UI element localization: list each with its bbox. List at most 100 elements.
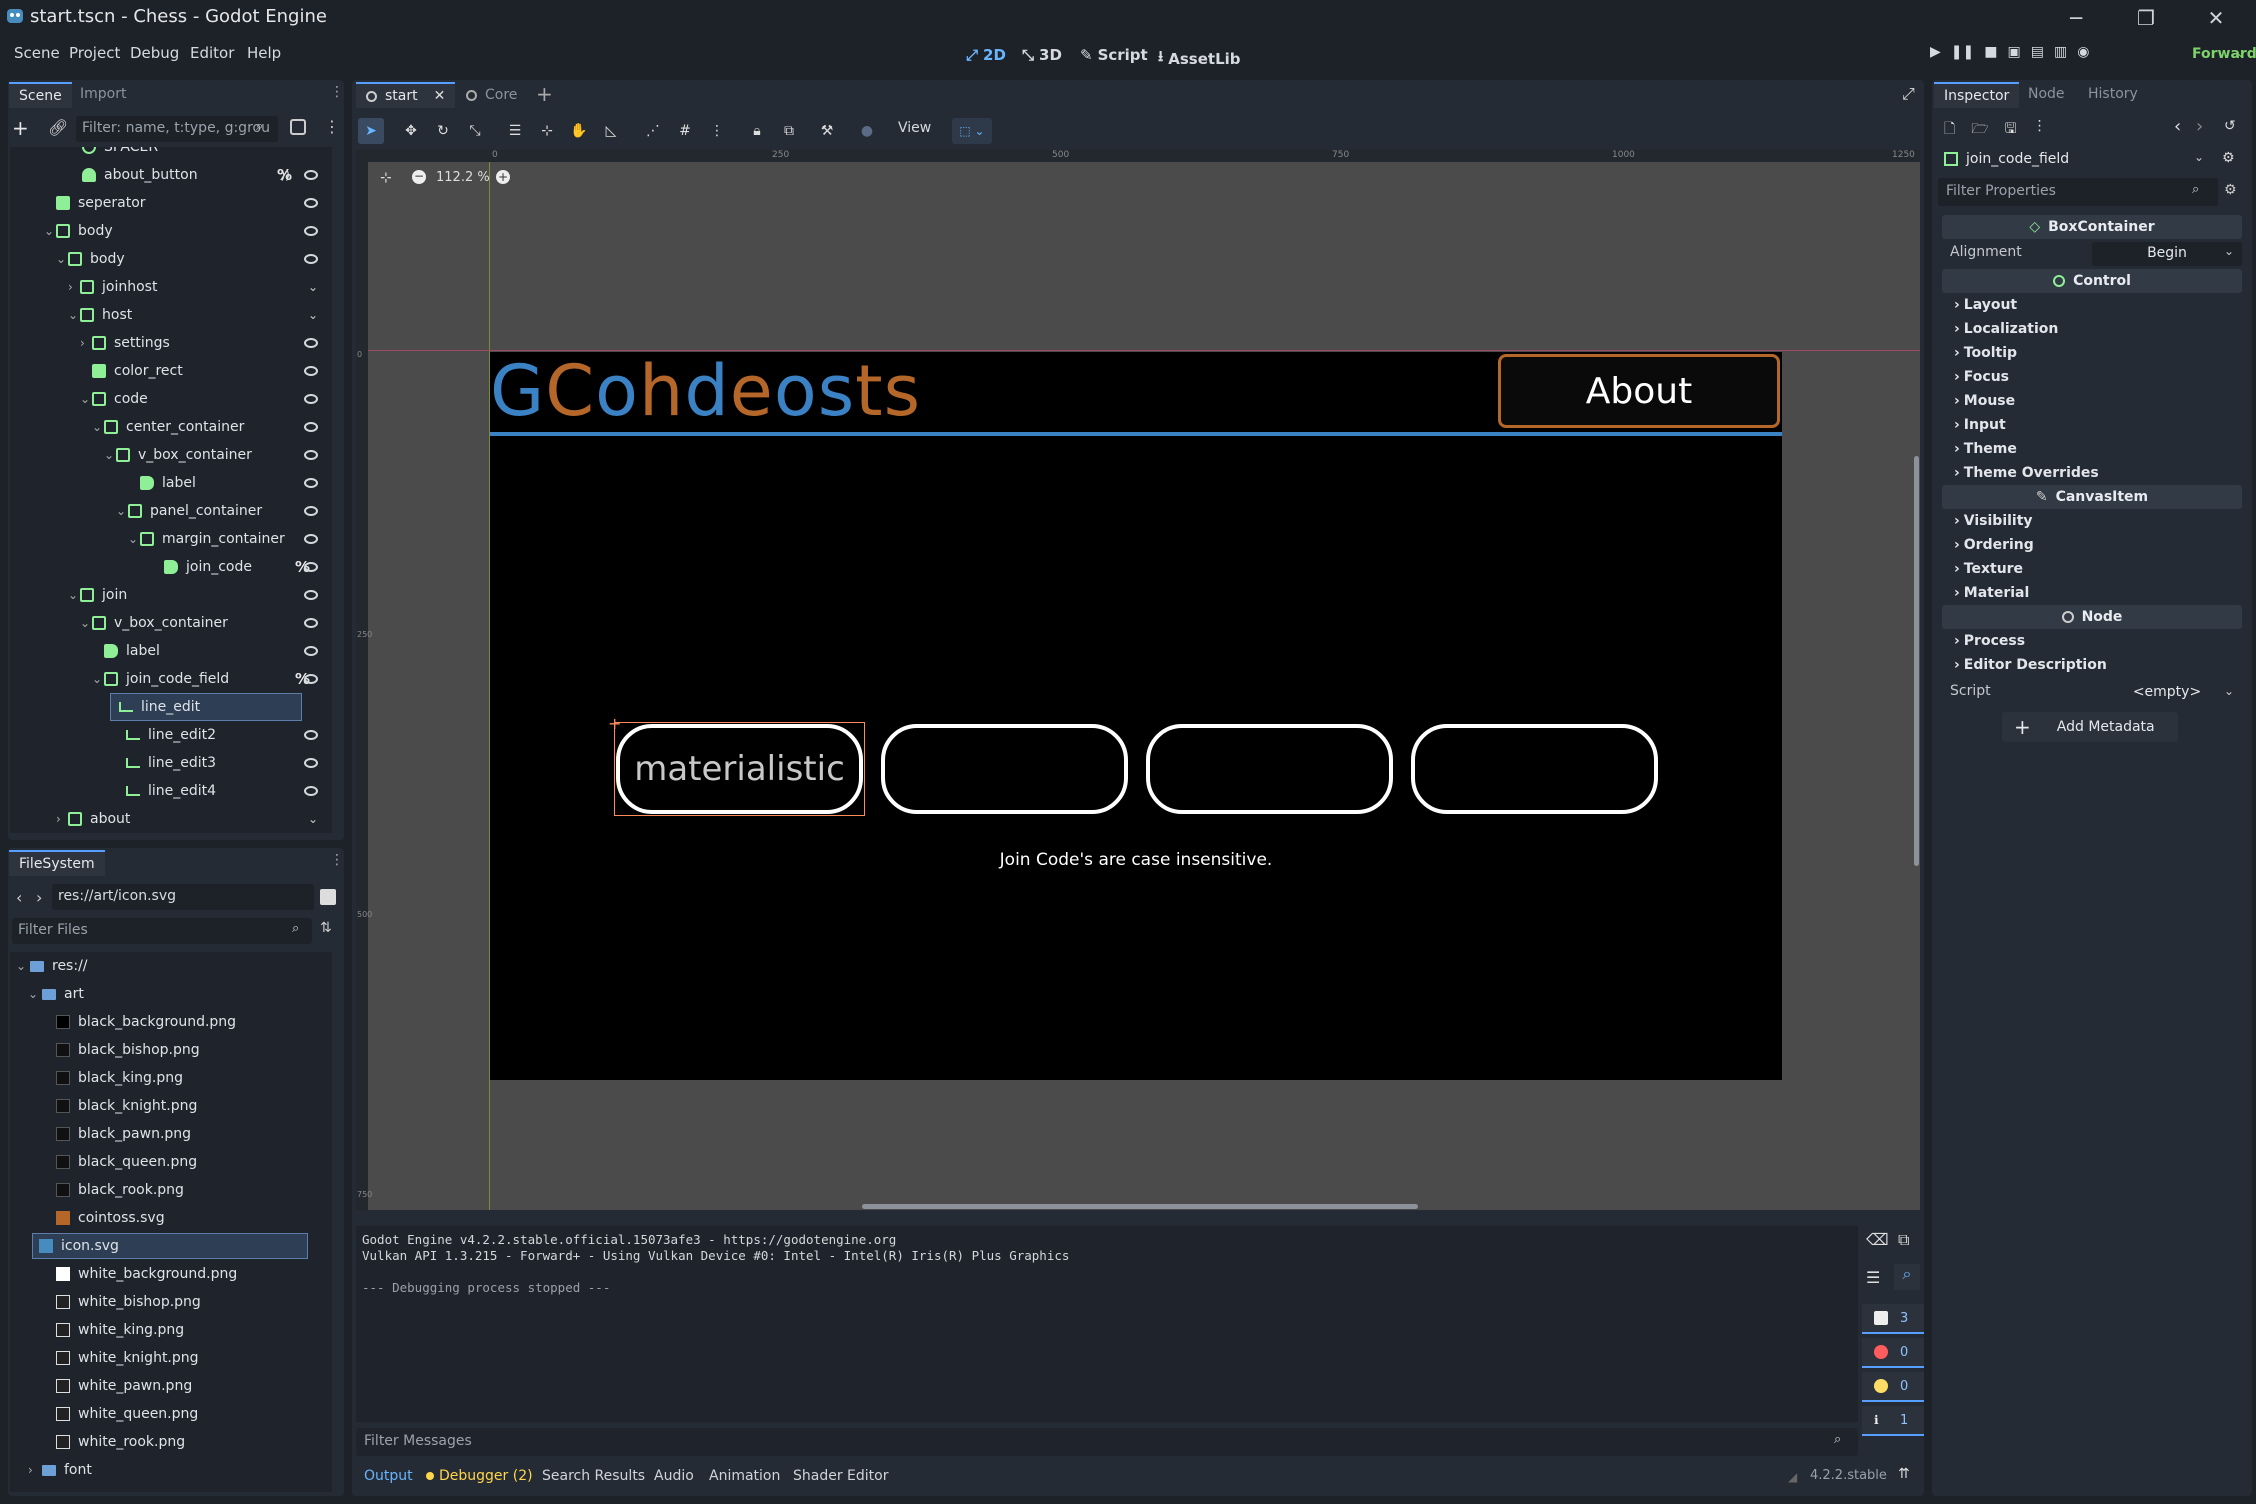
file-row-selected[interactable]: icon.svg — [10, 1232, 332, 1260]
tree-row[interactable]: ⌄ join_code_field% — [10, 665, 332, 693]
tree-row[interactable]: ⌄ center_container — [10, 413, 332, 441]
visibility-eye-icon[interactable] — [304, 226, 318, 236]
tree-row[interactable]: label — [10, 469, 332, 497]
history-icon[interactable]: ↺ — [2224, 118, 2236, 134]
collapse-arrow-icon[interactable]: ⌄ — [68, 308, 80, 322]
expand-arrow-icon[interactable]: › — [80, 336, 92, 350]
script-value[interactable]: <empty> — [2092, 681, 2242, 705]
expand-arrow-icon[interactable]: › — [28, 1463, 42, 1477]
save-icon[interactable]: 🖫︎ — [2005, 118, 2017, 142]
tree-row[interactable]: ⌄ margin_container — [10, 525, 332, 553]
add-metadata-button[interactable]: + Add Metadata — [2002, 712, 2178, 742]
rotate-mode-icon[interactable]: ↻ — [430, 118, 456, 144]
filter-messages-input[interactable]: Filter Messages — [356, 1428, 1858, 1456]
property-options-icon[interactable]: ⚙ — [2224, 182, 2237, 198]
pan-icon[interactable]: ✋ — [566, 118, 592, 144]
alignment-select[interactable]: Begin — [2092, 242, 2242, 266]
tree-row[interactable]: line_edit3 — [10, 749, 332, 777]
file-row[interactable]: black_queen.png — [10, 1148, 332, 1176]
close-tab-icon[interactable]: ✕ — [434, 88, 446, 104]
bottom-tab-animation[interactable]: Animation — [709, 1468, 780, 1484]
line-edit-4[interactable] — [1411, 724, 1658, 814]
category-ordering[interactable]: › Ordering — [1942, 533, 2242, 557]
vertical-scrollbar[interactable] — [1914, 456, 1919, 866]
collapse-arrow-icon[interactable]: ⌄ — [92, 420, 104, 434]
menu-project[interactable]: Project — [69, 44, 120, 62]
menu-editor[interactable]: Editor — [190, 44, 234, 62]
category-localization[interactable]: › Localization — [1942, 317, 2242, 341]
collapse-arrow-icon[interactable]: ⌄ — [56, 252, 68, 266]
workspace-3d-button[interactable]: ⤡ 3D — [1022, 46, 1062, 64]
category-focus[interactable]: › Focus — [1942, 365, 2242, 389]
tree-row[interactable]: ⌄ body — [10, 217, 332, 245]
file-row[interactable]: black_rook.png — [10, 1176, 332, 1204]
clear-output-icon[interactable]: ⌫ — [1866, 1230, 1889, 1249]
category-layout[interactable]: › Layout — [1942, 293, 2242, 317]
collapse-arrow-icon[interactable]: ⌄ — [80, 616, 92, 630]
visibility-eye-icon[interactable] — [304, 338, 318, 348]
category-theme-overrides[interactable]: › Theme Overrides — [1942, 461, 2242, 485]
path-input[interactable]: res://art/icon.svg — [52, 884, 314, 910]
collapse-arrow-icon[interactable]: ⌄ — [16, 959, 30, 973]
collapse-arrow-icon[interactable]: ⌄ — [28, 987, 42, 1001]
file-row[interactable]: black_pawn.png — [10, 1120, 332, 1148]
tab-scene[interactable]: Scene — [9, 82, 72, 108]
tree-row[interactable]: line_edit4 — [10, 777, 332, 805]
forward-icon[interactable]: › — [36, 888, 42, 907]
messages-filter-button[interactable]: 3 — [1862, 1304, 1924, 1334]
back-icon[interactable]: ‹ — [16, 888, 22, 907]
bottom-tab-shader-editor[interactable]: Shader Editor — [793, 1468, 888, 1484]
category-process[interactable]: › Process — [1942, 629, 2242, 653]
camera-icon[interactable]: ● — [854, 118, 880, 144]
pivot-icon[interactable]: ⊹ — [534, 118, 560, 144]
move-mode-icon[interactable]: ✥ — [398, 118, 424, 144]
line-edit-2[interactable] — [881, 724, 1128, 814]
menu-help[interactable]: Help — [247, 44, 281, 62]
tab-filesystem[interactable]: FileSystem — [9, 850, 105, 876]
remote-debug-icon[interactable]: ▣ — [2007, 44, 2020, 60]
file-row[interactable]: cointoss.svg — [10, 1204, 332, 1232]
section-node[interactable]: Node — [1942, 605, 2242, 629]
tab-inspector[interactable]: Inspector — [1934, 82, 2020, 108]
tree-row[interactable]: › joinhost ⌄ — [10, 273, 332, 301]
collapse-arrow-icon[interactable]: ⌄ — [128, 532, 140, 546]
collapse-arrow-icon[interactable]: ⌄ — [80, 392, 92, 406]
renderer-select[interactable]: Forward+ — [2192, 46, 2256, 62]
visibility-eye-icon[interactable] — [304, 366, 318, 376]
collapse-arrow-icon[interactable]: ⌄ — [44, 224, 56, 238]
close-window-button[interactable]: ✕ — [2194, 4, 2238, 32]
tree-row-selected[interactable]: line_edit — [110, 693, 302, 721]
scene-more-icon[interactable]: ⋮ — [324, 117, 340, 136]
stop-icon[interactable]: ■ — [1984, 44, 1997, 60]
about-button[interactable]: About — [1498, 354, 1780, 428]
visibility-eye-icon[interactable] — [304, 674, 318, 684]
pause-icon[interactable]: ❚❚ — [1951, 44, 1974, 60]
tree-row[interactable]: ⌄ host ⌄ — [10, 301, 332, 329]
new-resource-icon[interactable]: 🗋︎ — [1944, 118, 1955, 142]
tree-row[interactable]: › settings — [10, 329, 332, 357]
hidden-chevron-icon[interactable]: ⌄ — [308, 280, 318, 294]
copy-output-icon[interactable]: ⧉ — [1898, 1230, 1909, 1250]
tab-import[interactable]: Import — [70, 82, 136, 108]
visibility-eye-icon[interactable] — [304, 618, 318, 628]
scene-filter-input[interactable]: Filter: name, t:type, g:grou — [76, 116, 278, 142]
list-select-icon[interactable]: ☰ — [502, 118, 528, 144]
category-material[interactable]: › Material — [1942, 581, 2242, 605]
visibility-eye-icon[interactable] — [304, 730, 318, 740]
anchor-preset-icon[interactable]: ⬚ ⌄ — [952, 118, 992, 144]
attach-script-icon[interactable] — [290, 119, 306, 135]
visibility-eye-icon[interactable] — [304, 170, 318, 180]
play-icon[interactable]: ▶ — [1930, 44, 1941, 60]
visibility-eye-icon[interactable] — [304, 254, 318, 264]
file-row[interactable]: white_knight.png — [10, 1344, 332, 1372]
split-mode-icon[interactable] — [320, 889, 336, 905]
folder-row[interactable]: › font — [10, 1456, 332, 1484]
tab-node[interactable]: Node — [2018, 82, 2075, 108]
distraction-free-icon[interactable]: ⤢ — [1902, 84, 1915, 104]
tab-history[interactable]: History — [2078, 82, 2148, 108]
category-tooltip[interactable]: › Tooltip — [1942, 341, 2242, 365]
restore-button[interactable]: ❐ — [2124, 4, 2168, 32]
horizontal-scrollbar[interactable] — [862, 1204, 1418, 1209]
grid-snap-icon[interactable]: # — [672, 118, 698, 144]
add-node-icon[interactable]: + — [12, 116, 29, 140]
